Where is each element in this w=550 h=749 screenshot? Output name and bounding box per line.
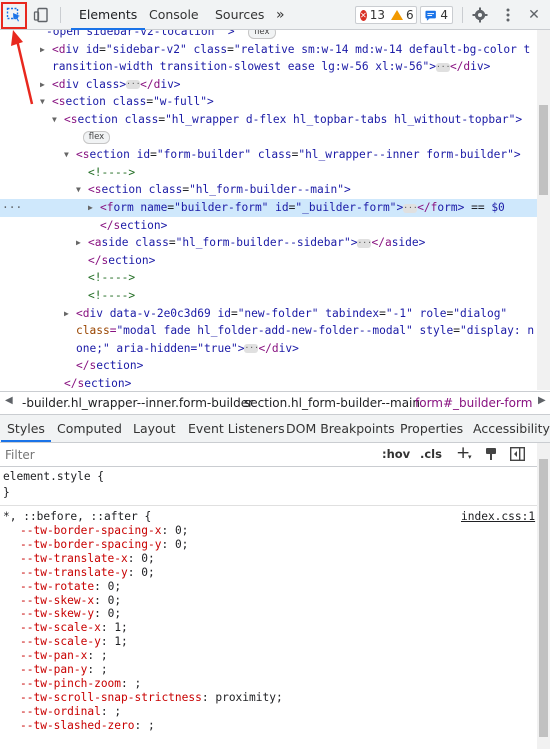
css-declaration[interactable]: --tw-scroll-snap-strictness: proximity; xyxy=(20,691,283,705)
css-declaration[interactable]: --tw-slashed-zero: ; xyxy=(20,719,155,733)
css-declaration[interactable]: --tw-pan-y: ; xyxy=(20,663,108,677)
dom-node[interactable]: </section> xyxy=(0,375,537,390)
tab-console[interactable]: Console xyxy=(149,0,199,30)
more-tabs-button[interactable]: » xyxy=(276,0,285,30)
universal-selector[interactable]: *, ::before, ::after { xyxy=(3,510,151,524)
error-icon: ✕ xyxy=(360,9,367,21)
expand-toggle-icon[interactable]: ▼ xyxy=(64,146,69,164)
cls-toggle[interactable]: .cls xyxy=(420,447,442,461)
expand-toggle-icon[interactable]: ▼ xyxy=(76,181,81,199)
expand-toggle-icon[interactable]: ▼ xyxy=(40,93,45,111)
rule-divider xyxy=(0,505,537,506)
breadcrumb: ◀ -builder.hl_wrapper--inner.form-builde… xyxy=(0,391,550,415)
dom-node[interactable]: -open sidebar-v2-location "> flex xyxy=(0,30,537,41)
devtools-toolbar: Elements Console Sources » ✕ 13 6 4 ✕ xyxy=(0,0,550,30)
tab-accessibility[interactable]: Accessibility xyxy=(473,415,550,442)
css-declaration[interactable]: --tw-border-spacing-y: 0; xyxy=(20,538,188,552)
dom-node[interactable]: one;" aria-hidden="true">···</div> xyxy=(0,340,537,358)
css-declaration[interactable]: --tw-translate-y: 0; xyxy=(20,566,155,580)
error-count: 13 xyxy=(369,8,385,22)
tab-dom-breakpoints[interactable]: DOM Breakpoints xyxy=(286,415,395,442)
css-declaration[interactable]: --tw-skew-x: 0; xyxy=(20,594,121,608)
css-declaration[interactable]: --tw-ordinal: ; xyxy=(20,705,121,719)
breadcrumb-item-selected[interactable]: form#_builder-form xyxy=(415,396,532,410)
css-declaration[interactable]: --tw-border-spacing-x: 0; xyxy=(20,524,188,538)
tab-elements[interactable]: Elements xyxy=(70,0,146,30)
tab-sources[interactable]: Sources xyxy=(215,0,264,30)
css-declaration[interactable]: --tw-rotate: 0; xyxy=(20,580,121,594)
css-declaration[interactable]: --tw-pinch-zoom: ; xyxy=(20,677,141,691)
expand-toggle-icon[interactable]: ▶ xyxy=(64,305,69,323)
toggle-sidebar-icon[interactable] xyxy=(509,446,526,464)
dom-node[interactable]: ▼ <section class="hl_wrapper d-flex hl_to… xyxy=(0,111,537,129)
messages-counter[interactable]: 4 xyxy=(420,6,453,24)
flex-badge[interactable]: flex xyxy=(248,30,276,39)
settings-gear-icon[interactable] xyxy=(470,5,490,25)
dom-node[interactable]: ▼ <section class="hl_form-builder--main"> xyxy=(0,181,537,199)
breadcrumb-item[interactable]: -builder.hl_wrapper--inner.form-builder xyxy=(22,396,253,410)
filter-input[interactable] xyxy=(3,446,287,464)
breadcrumb-scroll-right-icon[interactable]: ▶ xyxy=(538,395,546,406)
css-declaration[interactable]: --tw-translate-x: 0; xyxy=(20,552,155,566)
styles-scrollbar[interactable] xyxy=(537,443,550,749)
expand-toggle-icon[interactable]: ▶ xyxy=(76,234,81,252)
tab-properties[interactable]: Properties xyxy=(400,415,463,442)
dom-node[interactable]: <!----> xyxy=(0,269,537,287)
close-devtools-icon[interactable]: ✕ xyxy=(524,5,544,25)
plus-dropdown-icon[interactable]: ▾ xyxy=(468,453,472,461)
warning-count: 6 xyxy=(405,8,414,22)
breadcrumb-scroll-left-icon[interactable]: ◀ xyxy=(5,395,13,406)
dom-node[interactable]: ▶ <div class>···</div> xyxy=(0,76,537,94)
elements-scrollbar[interactable] xyxy=(537,30,550,390)
more-options-icon[interactable] xyxy=(498,5,518,25)
tab-computed[interactable]: Computed xyxy=(57,415,122,442)
css-declaration[interactable]: --tw-pan-x: ; xyxy=(20,649,108,663)
dom-node[interactable]: class="modal fade hl_folder-add-new-fold… xyxy=(0,322,537,340)
styles-pane: element.style {}*, ::before, ::after { in… xyxy=(0,467,537,749)
dom-node[interactable]: ransition-width transition-slowest ease … xyxy=(0,58,537,76)
expand-toggle-icon[interactable]: ▼ xyxy=(52,111,57,129)
tab-styles[interactable]: Styles xyxy=(1,415,51,442)
paint-bucket-icon[interactable] xyxy=(484,447,498,464)
message-count: 4 xyxy=(440,8,448,22)
dom-node[interactable]: ▶ <div data-v-2e0c3d69 id="new-folder" ta… xyxy=(0,305,537,323)
dom-node[interactable]: <!----> xyxy=(0,287,537,305)
tab-event-listeners[interactable]: Event Listeners xyxy=(188,415,285,442)
dom-node-selected[interactable]: ··· ▶ <form name="builder-form" id="_build… xyxy=(0,199,537,217)
expand-toggle-icon[interactable]: ▶ xyxy=(40,41,45,59)
expand-toggle-icon[interactable]: ▶ xyxy=(88,199,93,217)
css-declaration[interactable]: --tw-skew-y: 0; xyxy=(20,607,121,621)
elements-tree: -open sidebar-v2-location "> flex ▶ <div i… xyxy=(0,30,537,390)
dom-node[interactable]: </section> xyxy=(0,217,537,235)
expand-toggle-icon[interactable]: ▶ xyxy=(40,76,45,94)
element-style-selector[interactable]: element.style { xyxy=(3,470,104,484)
dom-node[interactable]: ▼ <section class="w-full"> xyxy=(0,93,537,111)
issues-counter[interactable]: ✕ 13 6 xyxy=(355,6,417,24)
tab-layout[interactable]: Layout xyxy=(133,415,176,442)
dom-node[interactable]: ▶ <div id="sidebar-v2" class="relative sm… xyxy=(0,41,537,59)
dom-node[interactable]: </section> xyxy=(0,252,537,270)
dom-node[interactable]: ▼ <section id="form-builder" class="hl_wr… xyxy=(0,146,537,164)
message-icon xyxy=(425,10,436,21)
dom-node[interactable]: <!----> xyxy=(0,164,537,182)
css-declaration[interactable]: --tw-scale-x: 1; xyxy=(20,621,128,635)
breadcrumb-item[interactable]: section.hl_form-builder--main xyxy=(244,396,420,410)
warning-icon xyxy=(390,10,403,20)
flex-badge[interactable]: flex xyxy=(82,131,111,145)
sidebar-tabs: Styles Computed Layout Event Listeners D… xyxy=(0,415,550,443)
hov-toggle[interactable]: :hov xyxy=(382,447,410,461)
styles-filter-bar: :hov .cls + ▾ xyxy=(0,443,537,467)
dom-node[interactable]: ▶ <aside class="hl_form-builder--sidebar"… xyxy=(0,234,537,252)
css-declaration[interactable]: --tw-scale-y: 1; xyxy=(20,635,128,649)
dom-node[interactable]: </section> xyxy=(0,357,537,375)
dom-node[interactable]: flex xyxy=(0,129,537,147)
rule-close-brace: } xyxy=(3,486,10,499)
stylesheet-link[interactable]: index.css:1 xyxy=(461,510,535,524)
